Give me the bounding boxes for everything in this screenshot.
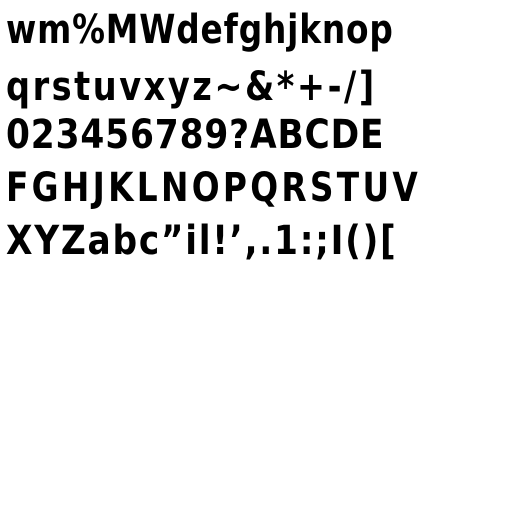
glyph-row-2: qrstuvxyz~&*+-/]: [6, 64, 377, 110]
glyph-row-4: FGHJKLNOPQRSTUV: [6, 165, 422, 211]
glyph-row-5: XYZabc”il!’,.1:;I()[: [6, 218, 398, 264]
glyph-row-1: wm%MWdefghjknop: [6, 7, 394, 53]
glyph-row-3: 023456789?ABCDE: [6, 112, 385, 158]
glyph-sheet: wm%MWdefghjknop qrstuvxyz~&*+-/] 0234567…: [0, 0, 512, 512]
